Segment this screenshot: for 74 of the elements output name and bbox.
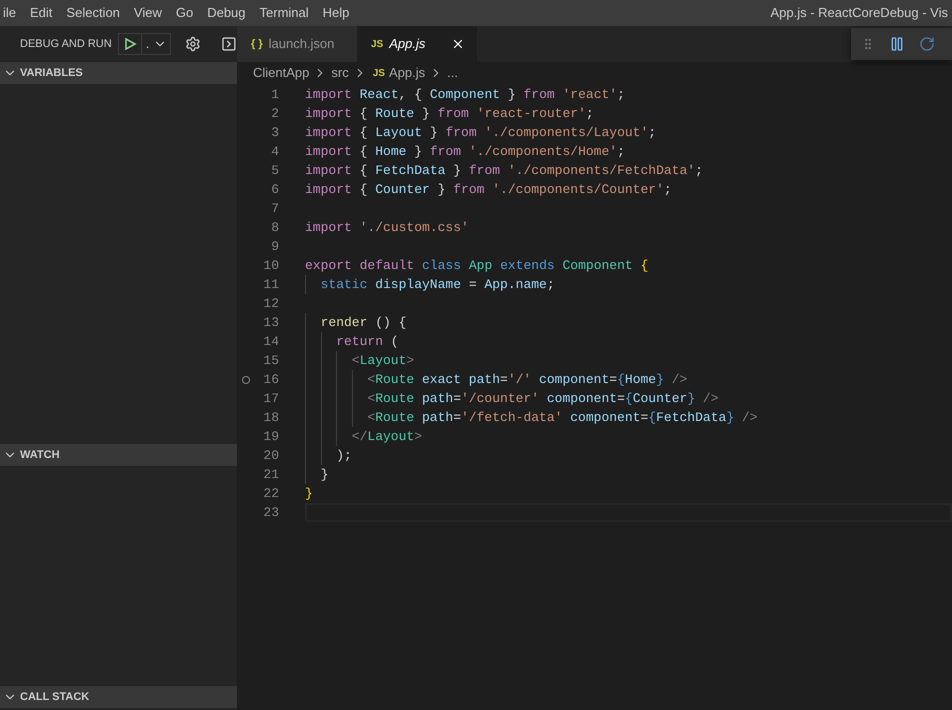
line-number: 22 [262,485,279,503]
line-number: 9 [270,238,279,256]
code-line: <Route path='/counter' component={Counter} /> [305,389,719,408]
window-title: App.js - ReactCoreDebug - Vis [770,4,948,22]
terminal-icon[interactable] [221,36,237,52]
close-icon[interactable] [451,37,465,51]
code-line: export default class App extends Component { [305,257,648,275]
code-line: <Route exact path='/' component={Home} /> [305,370,688,389]
section-header[interactable]: WATCH [0,444,237,466]
line-number: 23 [262,504,279,522]
code-line: ); [305,446,352,465]
code-line: import { Layout } from './components/Layout'; [305,124,656,142]
code-line: } [305,465,328,484]
line-number: 10 [262,257,279,275]
menu-item[interactable]: Help [316,3,356,23]
menu-item[interactable]: Selection [59,3,127,23]
line-number: 14 [262,333,279,351]
line-number: 12 [262,295,279,313]
settings-icon[interactable] [185,36,202,52]
breadcrumb-item[interactable]: src [331,63,349,83]
menu-item[interactable]: Debug [200,3,253,23]
line-number: 11 [262,276,279,294]
line-number: 13 [262,314,279,332]
code-line: import './custom.css' [305,219,469,237]
debug-and-run-label: DEBUG AND RUN [20,36,112,52]
menu-item[interactable]: Edit [23,3,60,23]
launch-config-dropdown[interactable]: . [118,33,172,55]
line-number: 17 [262,390,279,408]
line-number: 21 [262,466,279,484]
line-number: 15 [262,352,279,370]
code-line: </Layout> [305,427,422,446]
section-header[interactable]: VARIABLES [0,62,237,84]
menu-item[interactable]: Go [168,3,200,23]
breadcrumb-item[interactable]: ClientApp [253,63,310,83]
code-line: return ( [305,332,399,351]
pause-icon[interactable] [889,36,905,52]
tab-label: App.js [389,35,426,54]
editor-tab[interactable]: JS App.js [357,26,477,62]
config-name: . [144,35,150,54]
line-number: 16 [262,371,279,389]
code-line: import React, { Component } from 'react'; [305,86,625,104]
code-line: import { Route } from 'react-router'; [305,105,594,123]
menu-item[interactable]: Terminal [252,3,316,23]
js-file-icon: JS [372,66,385,80]
play-icon[interactable] [122,37,137,51]
code-line: <Layout> [305,351,414,370]
line-number: 2 [270,105,279,123]
code-line: } [305,485,313,503]
line-number: 6 [270,181,279,199]
line-number: 20 [262,447,279,465]
json-file-icon: { } [251,36,263,52]
menu-item[interactable]: View [126,3,169,23]
code-line: import { Home } from './components/Home'; [305,143,625,161]
code-line: import { Counter } from './components/Counter'; [305,181,672,199]
line-number: 19 [262,428,279,446]
line-number: 4 [270,143,279,161]
breadcrumb-item[interactable]: ... [447,63,458,83]
line-number: 5 [270,162,279,180]
breadcrumb-item[interactable]: App.js [388,63,426,83]
line-number: 7 [270,200,279,218]
menu-item[interactable]: ile [0,3,24,23]
code-line: <Route path='/fetch-data' component={FetchData} /> [305,408,758,427]
line-number: 8 [270,219,279,237]
breakpoint-hint-icon[interactable] [242,376,250,384]
tab-label: launch.json [268,35,334,54]
js-file-icon: JS [371,36,384,52]
code-line: render () { [305,313,406,332]
code-line: import { FetchData } from './components/FetchData'; [305,162,703,180]
line-number: 1 [270,86,279,104]
code-line: static displayName = App.name; [305,275,555,294]
editor-tab[interactable]: { } launch.json [237,26,357,62]
line-number: 3 [270,124,279,142]
line-number: 18 [262,409,279,427]
section-header[interactable]: CALL STACK [0,686,237,708]
